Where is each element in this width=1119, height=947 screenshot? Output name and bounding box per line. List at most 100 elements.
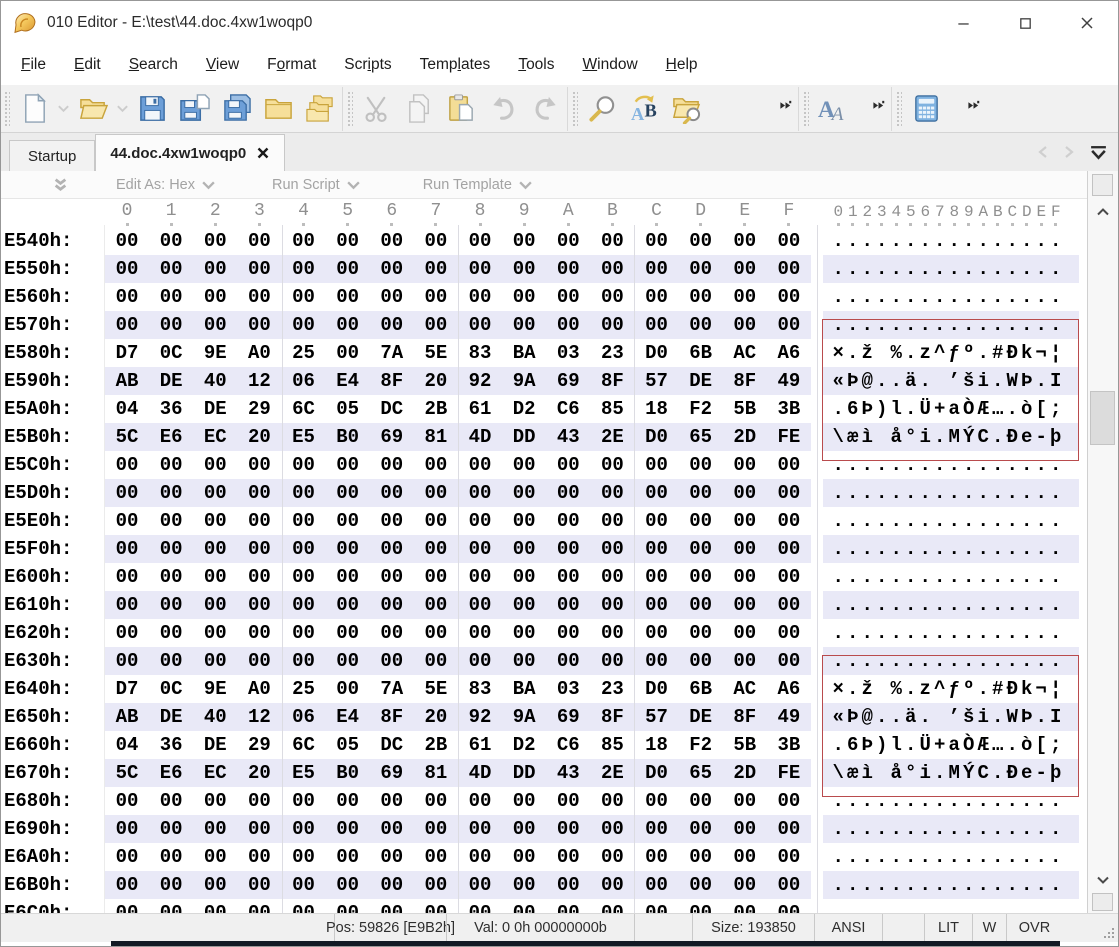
- hex-byte[interactable]: 00: [149, 871, 193, 899]
- ascii-text[interactable]: ................: [823, 815, 1079, 843]
- ascii-char[interactable]: .: [1005, 591, 1020, 619]
- hex-byte[interactable]: 00: [237, 871, 281, 899]
- hex-byte[interactable]: 00: [635, 647, 679, 675]
- ascii-char[interactable]: .: [947, 227, 962, 255]
- hex-byte[interactable]: 25: [282, 339, 326, 367]
- hex-byte[interactable]: 18: [635, 395, 679, 423]
- hex-byte[interactable]: 00: [370, 871, 414, 899]
- hex-byte[interactable]: A6: [767, 339, 811, 367]
- hex-byte[interactable]: 00: [679, 451, 723, 479]
- hex-byte[interactable]: DD: [502, 423, 546, 451]
- hex-byte[interactable]: 00: [679, 283, 723, 311]
- hex-byte[interactable]: 00: [193, 591, 237, 619]
- menu-item-help[interactable]: Help: [652, 51, 712, 79]
- hex-byte[interactable]: 43: [546, 759, 590, 787]
- ascii-char[interactable]: .: [976, 871, 991, 899]
- hex-byte[interactable]: 00: [679, 619, 723, 647]
- hex-byte[interactable]: 00: [282, 647, 326, 675]
- ascii-char[interactable]: .: [860, 507, 875, 535]
- hex-byte[interactable]: 00: [370, 227, 414, 255]
- hex-byte[interactable]: 00: [767, 255, 811, 283]
- hex-byte[interactable]: FE: [767, 423, 811, 451]
- ascii-char[interactable]: .: [991, 227, 1006, 255]
- ascii-char[interactable]: .: [1049, 255, 1064, 283]
- hex-byte[interactable]: 00: [679, 479, 723, 507]
- toolbar-grip[interactable]: [3, 90, 10, 128]
- ascii-char[interactable]: .: [846, 507, 861, 535]
- hex-byte[interactable]: 00: [635, 227, 679, 255]
- hex-byte[interactable]: BA: [502, 339, 546, 367]
- ascii-char[interactable]: .: [1049, 479, 1064, 507]
- hex-byte[interactable]: 00: [282, 591, 326, 619]
- ascii-char[interactable]: .: [1005, 843, 1020, 871]
- menu-item-file[interactable]: File: [7, 51, 60, 79]
- ascii-char[interactable]: .: [918, 619, 933, 647]
- hex-byte[interactable]: 00: [282, 899, 326, 913]
- hex-byte[interactable]: 00: [502, 619, 546, 647]
- hex-byte[interactable]: 00: [282, 871, 326, 899]
- ascii-char[interactable]: .: [976, 843, 991, 871]
- hex-byte[interactable]: 5B: [723, 731, 767, 759]
- hex-byte[interactable]: 00: [282, 311, 326, 339]
- hex-byte[interactable]: 69: [370, 759, 414, 787]
- hex-byte[interactable]: 00: [546, 479, 590, 507]
- hex-byte[interactable]: 00: [282, 843, 326, 871]
- hex-byte[interactable]: 2D: [723, 759, 767, 787]
- hex-byte[interactable]: 00: [635, 787, 679, 815]
- ascii-char[interactable]: .: [846, 227, 861, 255]
- ascii-char[interactable]: .: [831, 563, 846, 591]
- hex-byte[interactable]: 00: [723, 479, 767, 507]
- hex-byte[interactable]: 9A: [502, 703, 546, 731]
- toolbar-grip[interactable]: [571, 90, 578, 128]
- hex-byte[interactable]: 00: [458, 563, 502, 591]
- hex-byte[interactable]: 00: [590, 787, 634, 815]
- hex-byte[interactable]: E5: [282, 423, 326, 451]
- ascii-char[interactable]: .: [1049, 535, 1064, 563]
- hex-byte[interactable]: 00: [458, 647, 502, 675]
- hex-byte[interactable]: 00: [237, 507, 281, 535]
- ascii-char[interactable]: .: [875, 563, 890, 591]
- hex-byte[interactable]: 00: [590, 535, 634, 563]
- hex-byte[interactable]: 00: [149, 451, 193, 479]
- hex-byte[interactable]: 00: [326, 675, 370, 703]
- hex-byte[interactable]: 00: [370, 787, 414, 815]
- ascii-char[interactable]: .: [933, 535, 948, 563]
- hex-byte[interactable]: 20: [237, 423, 281, 451]
- double-chevron-down-icon[interactable]: [53, 178, 68, 192]
- hex-byte[interactable]: 00: [414, 787, 458, 815]
- hex-byte[interactable]: 00: [723, 843, 767, 871]
- menu-item-search[interactable]: Search: [115, 51, 192, 79]
- hex-byte[interactable]: 49: [767, 703, 811, 731]
- hex-byte[interactable]: DC: [370, 731, 414, 759]
- ascii-char[interactable]: .: [875, 871, 890, 899]
- ascii-char[interactable]: .: [904, 283, 919, 311]
- hex-byte[interactable]: 00: [326, 815, 370, 843]
- ascii-char[interactable]: .: [846, 899, 861, 913]
- scrollbar-split-button-bottom[interactable]: [1092, 893, 1113, 911]
- undo-button[interactable]: [482, 89, 524, 129]
- hex-byte[interactable]: 2D: [723, 423, 767, 451]
- hex-byte[interactable]: 00: [370, 283, 414, 311]
- hex-byte[interactable]: 00: [723, 871, 767, 899]
- ascii-char[interactable]: .: [933, 507, 948, 535]
- ascii-char[interactable]: .: [889, 591, 904, 619]
- hex-byte[interactable]: 00: [502, 843, 546, 871]
- ascii-char[interactable]: .: [991, 255, 1006, 283]
- hex-byte[interactable]: DD: [502, 759, 546, 787]
- menu-item-scripts[interactable]: Scripts: [330, 51, 405, 79]
- hex-byte[interactable]: 57: [635, 703, 679, 731]
- open-file-dropdown[interactable]: [114, 89, 131, 129]
- hex-byte[interactable]: 00: [414, 451, 458, 479]
- hex-byte[interactable]: 00: [326, 843, 370, 871]
- ascii-char[interactable]: .: [889, 843, 904, 871]
- hex-byte[interactable]: 00: [237, 283, 281, 311]
- ascii-char[interactable]: .: [904, 479, 919, 507]
- ascii-char[interactable]: .: [1020, 619, 1035, 647]
- ascii-char[interactable]: .: [947, 535, 962, 563]
- ascii-char[interactable]: .: [991, 507, 1006, 535]
- ascii-char[interactable]: .: [904, 899, 919, 913]
- hex-byte[interactable]: 00: [149, 815, 193, 843]
- ascii-char[interactable]: .: [918, 507, 933, 535]
- hex-byte[interactable]: A6: [767, 675, 811, 703]
- hex-byte[interactable]: 25: [282, 675, 326, 703]
